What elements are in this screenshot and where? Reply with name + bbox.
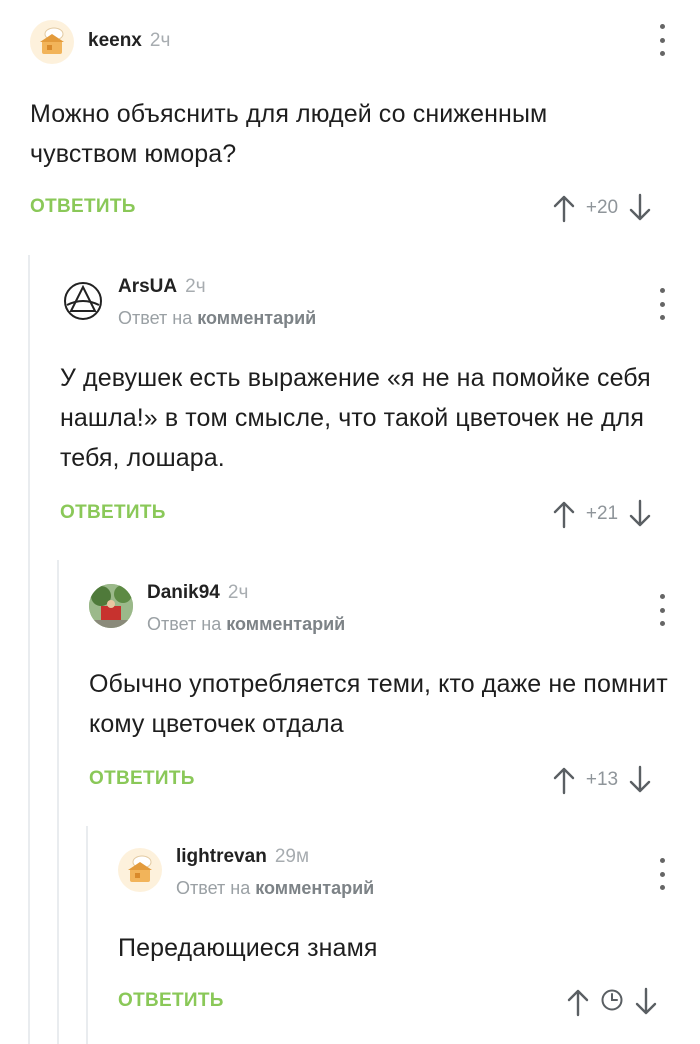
comment: lightrevan 29м Ответ на комментарий Перед…	[118, 846, 700, 1020]
comment-header: keenx 2ч	[30, 20, 700, 64]
upvote-arrow-icon[interactable]	[552, 765, 576, 795]
thread-line-level-3	[86, 826, 88, 1044]
comment: keenx 2ч Можно объяснить для людей со сни…	[30, 20, 700, 226]
vote-score: +20	[585, 197, 619, 218]
vote-score: +21	[585, 503, 619, 524]
reply-to-link[interactable]: комментарий	[197, 308, 316, 328]
comment-header: lightrevan 29м Ответ на комментарий	[118, 846, 700, 898]
downvote-arrow-icon[interactable]	[634, 987, 658, 1017]
vote-controls: +21	[552, 496, 652, 532]
upvote-arrow-icon[interactable]	[552, 499, 576, 529]
more-menu-icon[interactable]	[652, 594, 672, 626]
comment-time: 2ч	[149, 30, 171, 51]
downvote-arrow-icon[interactable]	[628, 193, 652, 223]
more-menu-icon[interactable]	[652, 288, 672, 320]
thread-line-level-1	[28, 255, 30, 1044]
comment-text: У девушек есть выражение «я не на помойк…	[60, 364, 651, 472]
vote-controls: +13	[552, 762, 652, 798]
comment-actions: ОТВЕТИТЬ +20	[30, 190, 676, 226]
vote-score: +13	[585, 769, 619, 790]
author-name[interactable]: Danik94 2ч	[147, 582, 248, 604]
comment-text: Можно объяснить для людей со сниженным ч…	[30, 100, 548, 168]
avatar[interactable]	[30, 20, 74, 64]
more-menu-icon[interactable]	[652, 24, 672, 56]
avatar[interactable]	[89, 584, 133, 628]
downvote-arrow-icon[interactable]	[628, 499, 652, 529]
downvote-arrow-icon[interactable]	[628, 765, 652, 795]
author-name[interactable]: ArsUA 2ч	[118, 276, 206, 298]
comment-text: Обычно употребляется теми, кто даже не п…	[89, 670, 668, 738]
reply-button[interactable]: ОТВЕТИТЬ	[89, 768, 195, 790]
comment-time: 29м	[274, 846, 310, 867]
avatar[interactable]	[118, 848, 162, 892]
comment-actions: ОТВЕТИТЬ	[118, 984, 676, 1020]
avatar[interactable]	[60, 278, 106, 324]
reply-button[interactable]: ОТВЕТИТЬ	[118, 990, 224, 1012]
upvote-arrow-icon[interactable]	[552, 193, 576, 223]
reply-button[interactable]: ОТВЕТИТЬ	[60, 502, 166, 524]
comment-text: Передающиеся знамя	[118, 934, 378, 962]
comment-time: 2ч	[185, 276, 206, 297]
comment-header: Danik94 2ч Ответ на комментарий	[89, 582, 700, 634]
thread-line-level-2	[57, 560, 59, 1044]
author-name[interactable]: keenx 2ч	[88, 30, 170, 52]
reply-button[interactable]: ОТВЕТИТЬ	[30, 196, 136, 218]
reply-to: Ответ на комментарий	[176, 878, 375, 898]
reply-to: Ответ на комментарий	[118, 308, 317, 328]
comment: ArsUA 2ч Ответ на комментарий У девушек е…	[60, 276, 700, 532]
comment: Danik94 2ч Ответ на комментарий Обычно уп…	[89, 582, 700, 798]
reply-to: Ответ на комментарий	[147, 614, 346, 634]
author-name[interactable]: lightrevan 29м	[176, 846, 309, 868]
upvote-arrow-icon[interactable]	[566, 987, 590, 1017]
vote-controls: +20	[552, 190, 652, 226]
clock-icon	[600, 988, 624, 1017]
vote-controls	[566, 984, 658, 1020]
more-menu-icon[interactable]	[652, 858, 672, 890]
reply-to-link[interactable]: комментарий	[226, 614, 345, 634]
reply-to-link[interactable]: комментарий	[255, 878, 374, 898]
comment-actions: ОТВЕТИТЬ +13	[89, 762, 676, 798]
comment-time: 2ч	[227, 582, 249, 603]
comment-header: ArsUA 2ч Ответ на комментарий	[60, 276, 700, 328]
comment-actions: ОТВЕТИТЬ +21	[60, 496, 676, 532]
